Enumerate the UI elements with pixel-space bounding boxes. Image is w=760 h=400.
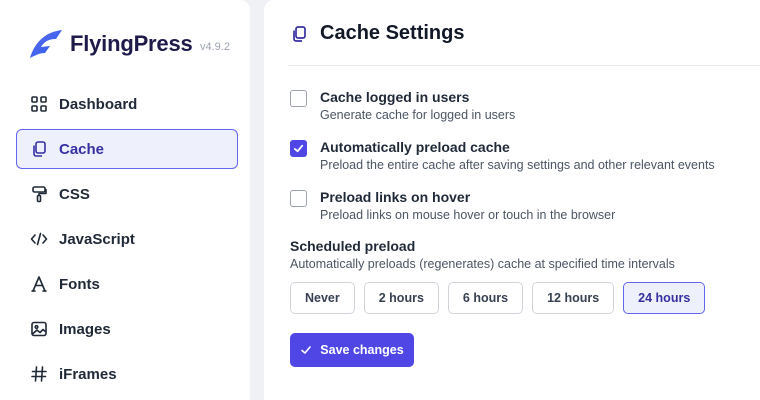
sidebar-item-label: Cache <box>59 140 105 158</box>
option-label: Automatically preload cache <box>320 139 510 155</box>
sidebar-item-label: Images <box>59 320 111 338</box>
hash-icon <box>29 364 49 384</box>
brand-name: FlyingPress <box>70 31 193 56</box>
checkbox[interactable] <box>290 190 307 207</box>
sidebar-item-cache[interactable]: Cache <box>16 129 238 169</box>
checkbox[interactable] <box>290 90 307 107</box>
sidebar-item-javascript[interactable]: JavaScript <box>16 219 238 259</box>
interval-option-6-hours[interactable]: 6 hours <box>447 282 524 314</box>
sidebar-item-label: Fonts <box>59 275 100 293</box>
sidebar: FlyingPress v4.9.2 Dashboard Cache CSS J… <box>0 0 250 400</box>
option-label: Preload links on hover <box>320 189 471 205</box>
save-button-label: Save changes <box>320 343 404 357</box>
check-icon <box>293 144 304 153</box>
sidebar-item-dashboard[interactable]: Dashboard <box>16 84 238 124</box>
page-title: Cache Settings <box>320 22 465 44</box>
page-header: Cache Settings <box>290 22 464 45</box>
brand-version: v4.9.2 <box>200 41 230 53</box>
code-icon <box>29 229 49 249</box>
interval-option-2-hours[interactable]: 2 hours <box>363 282 439 314</box>
scheduled-preload-title: Scheduled preload <box>290 238 416 254</box>
flyingpress-logo-icon <box>24 28 64 60</box>
sidebar-item-images[interactable]: Images <box>16 309 238 349</box>
save-button[interactable]: Save changes <box>290 333 414 367</box>
interval-selector: Never 2 hours 6 hours 12 hours 24 hours <box>290 282 714 314</box>
sidebar-item-label: Dashboard <box>59 95 138 113</box>
main-panel: Cache Settings Cache logged in users Gen… <box>264 0 760 400</box>
option-description: Preload the entire cache after saving se… <box>320 158 715 172</box>
sidebar-nav: Dashboard Cache CSS JavaScript Fonts Ima… <box>16 84 238 399</box>
sidebar-item-css[interactable]: CSS <box>16 174 238 214</box>
checkbox-checked[interactable] <box>290 140 307 157</box>
copy-icon <box>29 139 49 159</box>
interval-option-never[interactable]: Never <box>290 282 355 314</box>
font-icon <box>29 274 49 294</box>
paint-roller-icon <box>29 184 49 204</box>
copy-icon <box>290 25 308 43</box>
sidebar-item-label: CSS <box>59 185 90 203</box>
interval-option-12-hours[interactable]: 12 hours <box>532 282 615 314</box>
divider <box>288 65 760 66</box>
sidebar-item-label: JavaScript <box>59 230 135 248</box>
sidebar-item-fonts[interactable]: Fonts <box>16 264 238 304</box>
option-description: Generate cache for logged in users <box>320 108 516 122</box>
sidebar-item-label: iFrames <box>59 365 117 383</box>
grid-icon <box>29 94 49 114</box>
option-label: Cache logged in users <box>320 89 470 105</box>
option-description: Preload links on mouse hover or touch in… <box>320 208 616 222</box>
check-icon <box>300 344 312 356</box>
interval-option-24-hours[interactable]: 24 hours <box>623 282 706 314</box>
scheduled-preload-description: Automatically preloads (regenerates) cac… <box>290 257 675 271</box>
brand[interactable]: FlyingPress v4.9.2 <box>24 28 230 60</box>
image-icon <box>29 319 49 339</box>
sidebar-item-iframes[interactable]: iFrames <box>16 354 238 394</box>
